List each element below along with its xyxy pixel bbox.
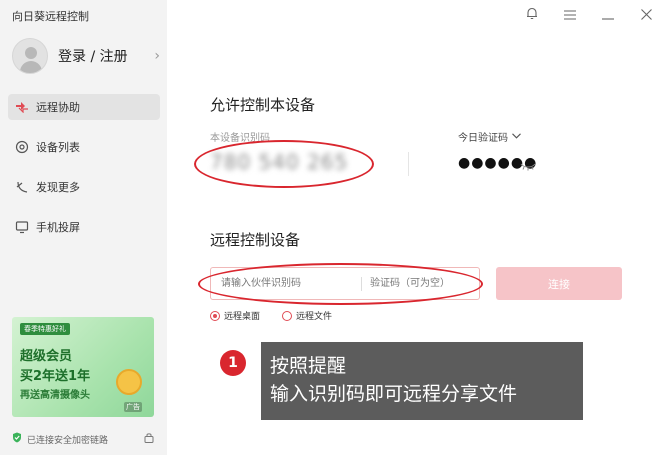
sidebar-nav: 远程协助 设备列表 发现更多 手机投屏	[8, 94, 160, 254]
notification-button[interactable]	[513, 0, 551, 28]
device-id-label: 本设备识别码	[210, 133, 270, 144]
close-button[interactable]	[627, 0, 665, 28]
title-bar	[513, 0, 665, 28]
security-status-label: 已连接安全加密链路	[27, 435, 109, 446]
eye-closed-icon[interactable]	[520, 156, 536, 175]
connection-mode-group: 远程桌面 远程文件	[210, 309, 354, 322]
sidebar-item-label: 手机投屏	[36, 221, 80, 234]
sidebar-item-screen-cast[interactable]: 手机投屏	[8, 214, 160, 240]
sidebar-item-label: 设备列表	[36, 141, 80, 154]
connect-button[interactable]: 连接	[496, 267, 622, 300]
annotation-tooltip: 按照提醒 输入识别码即可远程分享文件	[261, 342, 583, 420]
device-id-value: 780 540 265	[210, 150, 349, 174]
sidebar: 向日葵远程控制 登录 / 注册 › 远程协助 设备列表 发现更多 手机投屏 春季…	[0, 0, 167, 455]
promo-tag: 春季特惠好礼	[20, 323, 70, 335]
connection-input-group	[210, 267, 480, 300]
lock-icon[interactable]	[144, 432, 154, 446]
annotation-line-2: 输入识别码即可远程分享文件	[270, 383, 518, 405]
annotation-line-1: 按照提醒	[270, 355, 347, 377]
chevron-right-icon: ›	[154, 48, 160, 64]
radio-label: 远程桌面	[224, 312, 261, 322]
remote-control-title: 远程控制设备	[210, 231, 301, 249]
promo-line-2: 买2年送1年	[20, 369, 91, 384]
radio-label: 远程文件	[296, 312, 333, 322]
avatar	[12, 38, 48, 74]
promo-line-1: 超级会员	[20, 349, 73, 364]
step-number-badge: 1	[220, 350, 246, 376]
sidebar-item-discover[interactable]: 发现更多	[8, 174, 160, 200]
verification-code-dropdown[interactable]: 今日验证码	[458, 129, 521, 144]
radio-remote-desktop[interactable]: 远程桌面	[210, 309, 260, 322]
sidebar-item-label: 发现更多	[36, 181, 80, 194]
radio-remote-file[interactable]: 远程文件	[282, 309, 332, 322]
hamburger-menu-icon	[564, 5, 576, 24]
security-status: 已连接安全加密链路	[12, 432, 154, 446]
chevron-down-icon	[512, 131, 521, 142]
bell-icon	[526, 5, 538, 24]
login-label: 登录 / 注册	[58, 49, 128, 65]
close-icon	[640, 5, 652, 24]
remote-assist-icon	[14, 99, 30, 115]
app-title: 向日葵远程控制	[12, 10, 89, 23]
minimize-button[interactable]	[589, 0, 627, 28]
verification-code-input[interactable]	[362, 268, 477, 299]
sidebar-item-device-list[interactable]: 设备列表	[8, 134, 160, 160]
device-list-icon	[14, 139, 30, 155]
promo-banner[interactable]: 春季特惠好礼 超级会员 买2年送1年 再送高清摄像头 广告	[12, 317, 154, 417]
promo-line-3: 再送高清摄像头	[20, 390, 90, 401]
coin-icon	[116, 369, 142, 395]
minimize-icon	[602, 5, 614, 24]
discover-icon	[14, 179, 30, 195]
login-button[interactable]: 登录 / 注册 ›	[12, 38, 160, 74]
shield-check-icon	[12, 432, 22, 446]
sidebar-item-label: 远程协助	[36, 101, 80, 114]
ad-badge: 广告	[124, 402, 142, 412]
partner-id-input[interactable]	[211, 268, 361, 299]
radio-unselected-icon	[282, 310, 293, 321]
menu-button[interactable]	[551, 0, 589, 28]
sidebar-item-remote-assist[interactable]: 远程协助	[8, 94, 160, 120]
screen-cast-icon	[14, 219, 30, 235]
radio-selected-icon	[210, 310, 220, 321]
verification-code-label: 今日验证码	[458, 133, 508, 144]
divider	[408, 152, 409, 176]
allow-control-title: 允许控制本设备	[210, 96, 316, 114]
